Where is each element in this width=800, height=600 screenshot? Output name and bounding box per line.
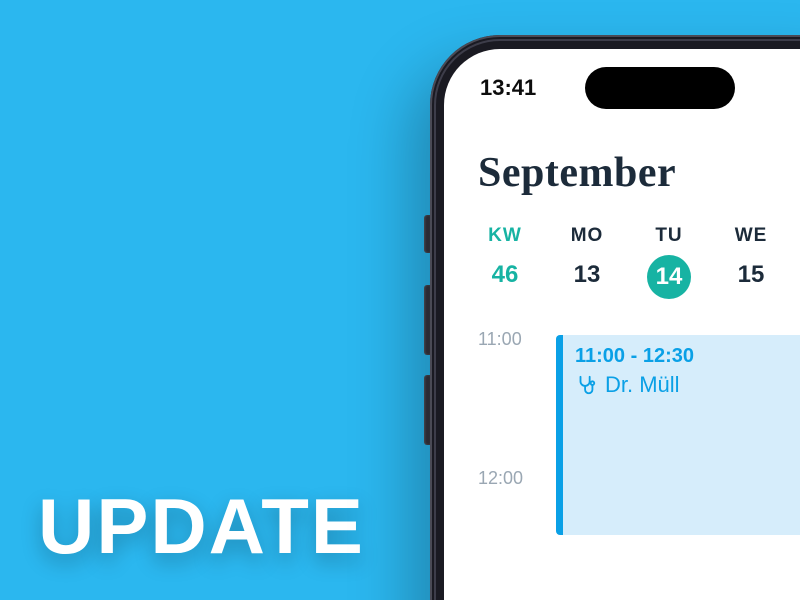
day-number: 13 [574,261,601,289]
day-column-mo[interactable]: MO 13 [560,225,614,289]
week-header-label: KW [488,225,522,247]
week-number-column: KW 46 [478,225,532,289]
day-number-selected: 14 [647,255,691,299]
day-column-tu[interactable]: TU 14 [642,225,696,299]
phone-volume-up-button [424,285,430,355]
week-number: 46 [492,261,519,289]
timeline: 11:00 11:00 - 12:30 Dr. Müll 12:00 [478,329,800,489]
day-label: WE [735,225,768,247]
calendar-view: September KW 46 MO 13 TU 14 WE 15 [478,149,800,489]
phone-volume-down-button [424,375,430,445]
event-title: Dr. Müll [605,372,680,398]
event-title-row: Dr. Müll [575,372,800,398]
event-time-range: 11:00 - 12:30 [575,345,800,368]
stethoscope-icon [575,374,597,396]
weekday-row: KW 46 MO 13 TU 14 WE 15 [478,225,800,299]
status-time: 13:41 [480,75,536,101]
month-title: September [478,149,800,197]
phone-side-button [424,215,430,253]
phone-frame: 13:41 September KW 46 MO 13 TU 14 WE [430,35,800,600]
dynamic-island [585,67,735,109]
day-label: MO [571,225,604,247]
update-heading: UPDATE [38,481,365,572]
phone-screen: 13:41 September KW 46 MO 13 TU 14 WE [444,49,800,600]
calendar-event[interactable]: 11:00 - 12:30 Dr. Müll [556,335,800,535]
day-number: 15 [738,261,765,289]
day-column-we[interactable]: WE 15 [724,225,778,289]
day-label: TU [655,225,682,247]
